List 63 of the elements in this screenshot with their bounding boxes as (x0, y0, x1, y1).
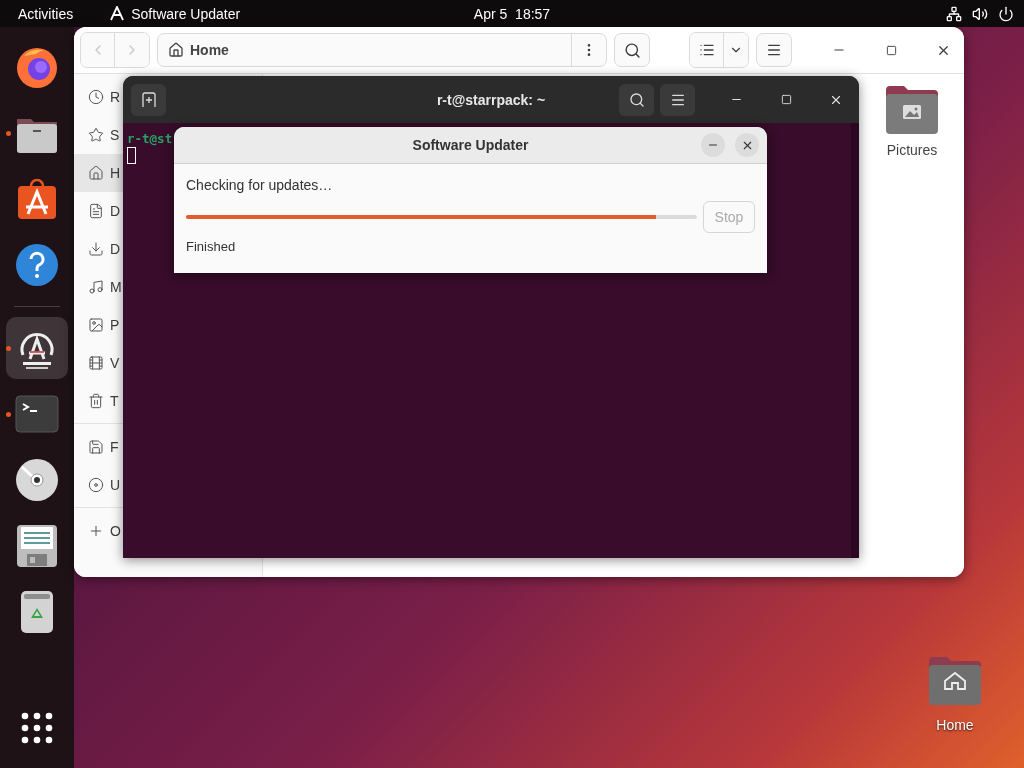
videos-icon (88, 355, 104, 371)
sidebar-item[interactable]: D (74, 192, 123, 230)
search-button[interactable] (619, 83, 654, 116)
list-view-button[interactable] (690, 33, 724, 67)
volume-icon[interactable] (972, 5, 988, 22)
sidebar-item[interactable]: O (74, 512, 123, 550)
search-button[interactable] (614, 33, 650, 67)
home-icon (168, 42, 184, 58)
disc-icon[interactable] (14, 457, 60, 503)
trash-icon (88, 393, 104, 409)
sidebar-item[interactable]: R (74, 78, 123, 116)
list-icon (698, 42, 715, 58)
sidebar-item[interactable]: H (74, 154, 123, 192)
detail-text: Finished (186, 239, 237, 254)
documents-icon (88, 203, 104, 219)
apps-grid-icon[interactable] (21, 712, 53, 744)
app-menu[interactable]: Software Updater (131, 5, 241, 22)
downloads-icon (88, 241, 104, 257)
updater-icon (109, 6, 126, 21)
window-title: r-t@starrpack: ~ (436, 91, 546, 108)
text-cursor (127, 147, 136, 164)
path-label[interactable]: Home (190, 42, 229, 58)
sidebar-item[interactable]: P (74, 306, 123, 344)
sidebar-item[interactable]: M (74, 268, 123, 306)
sidebar-item[interactable]: T (74, 382, 123, 420)
menu-icon (766, 42, 782, 58)
pictures-icon (88, 317, 104, 333)
document-icon[interactable] (14, 523, 60, 569)
menu-button[interactable] (660, 83, 695, 116)
folder-label[interactable]: Pictures (886, 142, 938, 158)
starred-icon (88, 127, 104, 143)
sidebar-item[interactable]: V (74, 344, 123, 382)
new-tab-icon (140, 91, 157, 108)
maximize-icon (885, 44, 897, 56)
window-title: Software Updater (412, 137, 529, 153)
pictures-folder-icon[interactable] (884, 84, 940, 136)
terminal-prompt: r-t@st (127, 131, 173, 146)
search-icon (623, 41, 641, 59)
search-icon (628, 91, 645, 108)
help-icon[interactable] (14, 242, 60, 288)
power-icon[interactable] (998, 5, 1014, 22)
menu-button[interactable] (756, 33, 792, 67)
recent-icon (88, 89, 104, 105)
home-folder-icon[interactable] (927, 655, 983, 707)
desktop-icon-label[interactable]: Home (936, 717, 974, 733)
close-button[interactable] (735, 133, 759, 157)
sidebar-item[interactable]: U (74, 466, 123, 504)
network-icon[interactable] (946, 5, 962, 22)
disc-icon (88, 477, 104, 493)
path-bar[interactable]: Home (157, 33, 607, 67)
sidebar-item[interactable]: D (74, 230, 123, 268)
music-icon (88, 279, 104, 295)
maximize-icon (780, 94, 792, 105)
new-tab-button[interactable] (131, 83, 166, 116)
floppy-icon (88, 439, 104, 455)
status-text: Checking for updates… (186, 177, 334, 193)
sidebar-item[interactable]: F (74, 428, 123, 466)
home-icon (88, 165, 104, 181)
activities-button[interactable]: Activities (18, 5, 74, 22)
minimize-button[interactable] (701, 133, 725, 157)
clock[interactable]: Apr 5 18:57 (473, 5, 551, 22)
sidebar-item[interactable]: S (74, 116, 123, 154)
other-icon (88, 523, 104, 539)
